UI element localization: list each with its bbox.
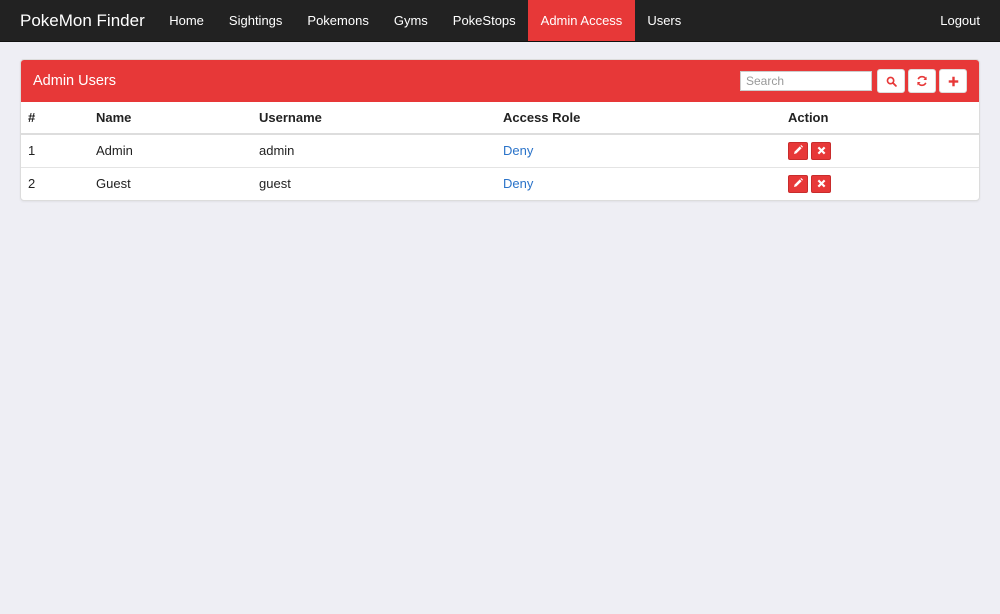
search-button[interactable] <box>877 69 905 93</box>
nav-item-admin-access[interactable]: Admin Access <box>528 0 635 41</box>
table-row: 1 Admin admin Deny <box>21 134 979 168</box>
admin-users-table: # Name Username Access Role Action 1 Adm… <box>21 102 979 200</box>
add-user-button[interactable] <box>939 69 967 93</box>
logout-link[interactable]: Logout <box>928 0 1000 41</box>
edit-button[interactable] <box>788 141 808 160</box>
header-access-role: Access Role <box>496 102 781 135</box>
nav-item-pokestops[interactable]: PokeStops <box>440 0 528 41</box>
access-role-link[interactable]: Deny <box>503 176 533 191</box>
header-number: # <box>21 102 89 135</box>
row-name: Admin <box>89 134 252 168</box>
pencil-icon <box>793 143 803 158</box>
brand-title[interactable]: PokeMon Finder <box>0 0 157 41</box>
row-actions <box>788 174 972 193</box>
nav-item-users[interactable]: Users <box>635 0 694 41</box>
row-number: 2 <box>28 176 36 192</box>
nav-item-gyms[interactable]: Gyms <box>381 0 440 41</box>
pencil-icon <box>793 176 803 191</box>
table-row: 2 Guest guest Deny <box>21 167 979 200</box>
header-action: Action <box>781 102 979 135</box>
top-navbar: PokeMon Finder Home Sightings Pokemons G… <box>0 0 1000 42</box>
row-number: 1 <box>21 134 89 168</box>
edit-button[interactable] <box>788 174 808 193</box>
header-name: Name <box>89 102 252 135</box>
plus-icon <box>948 76 959 87</box>
table-header-row: # Name Username Access Role Action <box>21 102 979 135</box>
refresh-icon <box>916 75 928 87</box>
delete-button[interactable] <box>811 174 831 193</box>
row-actions <box>788 141 972 160</box>
admin-users-panel: Admin Users Search # Name Username Acces… <box>20 59 980 201</box>
nav-item-home[interactable]: Home <box>157 0 217 41</box>
nav-right: Logout <box>928 0 1000 41</box>
panel-header: Admin Users <box>21 60 979 102</box>
panel-toolbar <box>740 69 967 93</box>
access-role-link[interactable]: Deny <box>503 143 533 158</box>
nav-item-pokemons[interactable]: Pokemons <box>295 0 381 41</box>
row-username: guest <box>259 176 291 192</box>
nav-item-sightings[interactable]: Sightings <box>216 0 294 41</box>
row-name: Guest <box>96 176 131 192</box>
times-icon <box>817 176 826 191</box>
search-icon <box>886 76 897 87</box>
times-icon <box>817 143 826 158</box>
delete-button[interactable] <box>811 141 831 160</box>
header-username: Username <box>252 102 496 135</box>
search-input[interactable] <box>740 71 872 91</box>
refresh-button[interactable] <box>908 69 936 93</box>
row-username: admin <box>252 134 496 168</box>
panel-title: Admin Users <box>33 73 116 89</box>
nav-menu: Home Sightings Pokemons Gyms PokeStops A… <box>157 0 694 41</box>
